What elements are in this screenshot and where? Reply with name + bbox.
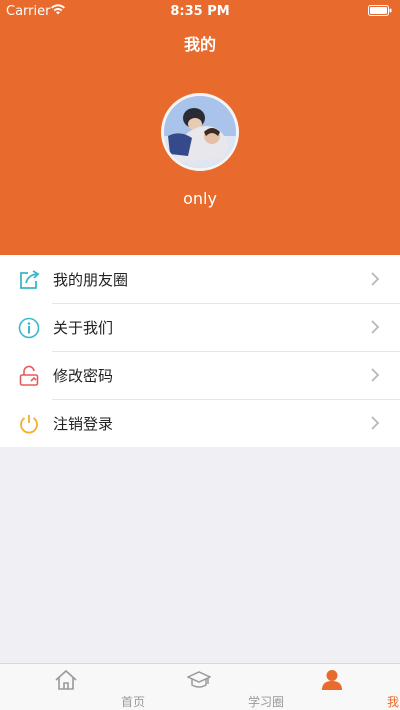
share-edit-icon <box>20 270 40 289</box>
profile-screen: Carrier 8:35 PM 我的 only 我的朋友圈 关于我们 修改密码 … <box>0 0 400 710</box>
info-icon <box>18 317 40 339</box>
user-icon <box>322 670 342 690</box>
graduation-cap-icon <box>187 671 211 688</box>
status-bar: Carrier 8:35 PM <box>0 0 400 22</box>
tab-study-circle[interactable]: 学习圈 <box>133 664 284 710</box>
username: only <box>183 189 217 208</box>
menu-item-label: 我的朋友圈 <box>53 270 129 289</box>
settings-menu: 我的朋友圈 关于我们 修改密码 注销登录 <box>0 255 400 447</box>
chevron-right-icon <box>371 368 380 382</box>
menu-item-label: 修改密码 <box>53 366 114 385</box>
tab-label: 我的 <box>386 695 400 709</box>
tab-mine[interactable]: 我的 <box>266 664 400 710</box>
chevron-right-icon <box>371 416 380 430</box>
battery-icon <box>368 5 392 16</box>
page-title: 我的 <box>183 35 216 54</box>
tab-home[interactable]: 首页 <box>0 664 145 710</box>
chevron-right-icon <box>371 320 380 334</box>
menu-item-change-password[interactable]: 修改密码 <box>0 351 400 399</box>
menu-item-moments[interactable]: 我的朋友圈 <box>0 255 400 303</box>
avatar-photo <box>164 96 236 168</box>
chevron-right-icon <box>371 272 380 286</box>
profile-header: Carrier 8:35 PM 我的 only <box>0 0 400 255</box>
power-icon <box>20 415 38 434</box>
avatar[interactable] <box>161 93 239 171</box>
lock-icon <box>19 365 39 386</box>
clock: 8:35 PM <box>170 4 230 19</box>
menu-item-label: 关于我们 <box>53 318 114 337</box>
menu-item-label: 注销登录 <box>53 414 114 433</box>
menu-item-logout[interactable]: 注销登录 <box>0 399 400 447</box>
menu-item-about[interactable]: 关于我们 <box>0 303 400 351</box>
home-icon <box>55 669 77 690</box>
tab-bar: 首页 学习圈 我的 <box>0 663 400 710</box>
